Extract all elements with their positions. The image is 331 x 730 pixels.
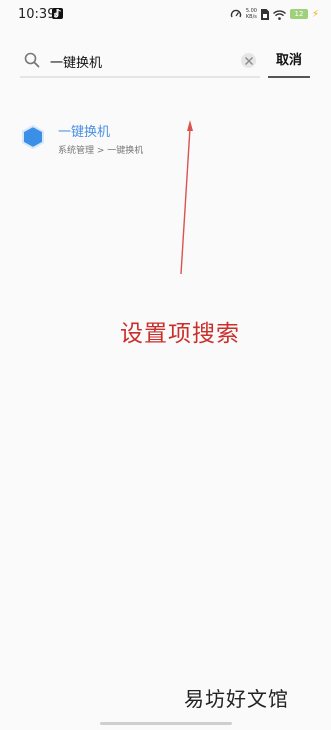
speed-unit: KB/s bbox=[245, 14, 257, 20]
wifi-icon bbox=[272, 5, 286, 24]
battery-icon: 12 bbox=[289, 9, 308, 19]
annotation-arrow bbox=[180, 120, 193, 275]
search-underline bbox=[20, 76, 260, 78]
home-indicator[interactable] bbox=[100, 722, 232, 725]
clear-search-button[interactable] bbox=[241, 53, 256, 68]
status-time: 10:39 bbox=[18, 7, 56, 22]
watermark: 易坊好文馆 bbox=[184, 687, 289, 711]
result-title: 一键换机 bbox=[58, 125, 111, 140]
cancel-underline bbox=[268, 76, 310, 78]
search-icon bbox=[24, 52, 40, 72]
search-bar[interactable]: 一键换机 bbox=[20, 46, 260, 78]
status-bar: 10:39 5.00 KB/s 12 ⚡ bbox=[0, 0, 331, 30]
cancel-button[interactable]: 取消 bbox=[268, 46, 310, 76]
close-icon bbox=[244, 56, 253, 65]
speedometer-icon bbox=[230, 5, 242, 24]
annotation-label: 设置项搜索 bbox=[120, 321, 240, 347]
search-result-item[interactable]: 一键换机 系统管理 > 一键换机 bbox=[20, 115, 310, 163]
search-input[interactable]: 一键换机 bbox=[50, 52, 102, 71]
network-speed: 5.00 KB/s bbox=[246, 8, 257, 20]
tiktok-icon bbox=[52, 8, 63, 19]
hexagon-icon bbox=[22, 124, 44, 153]
charging-icon: ⚡ bbox=[311, 8, 319, 20]
battery-level: 12 bbox=[294, 10, 304, 18]
sim-icon bbox=[260, 5, 269, 24]
result-path: 系统管理 > 一键换机 bbox=[58, 146, 144, 156]
